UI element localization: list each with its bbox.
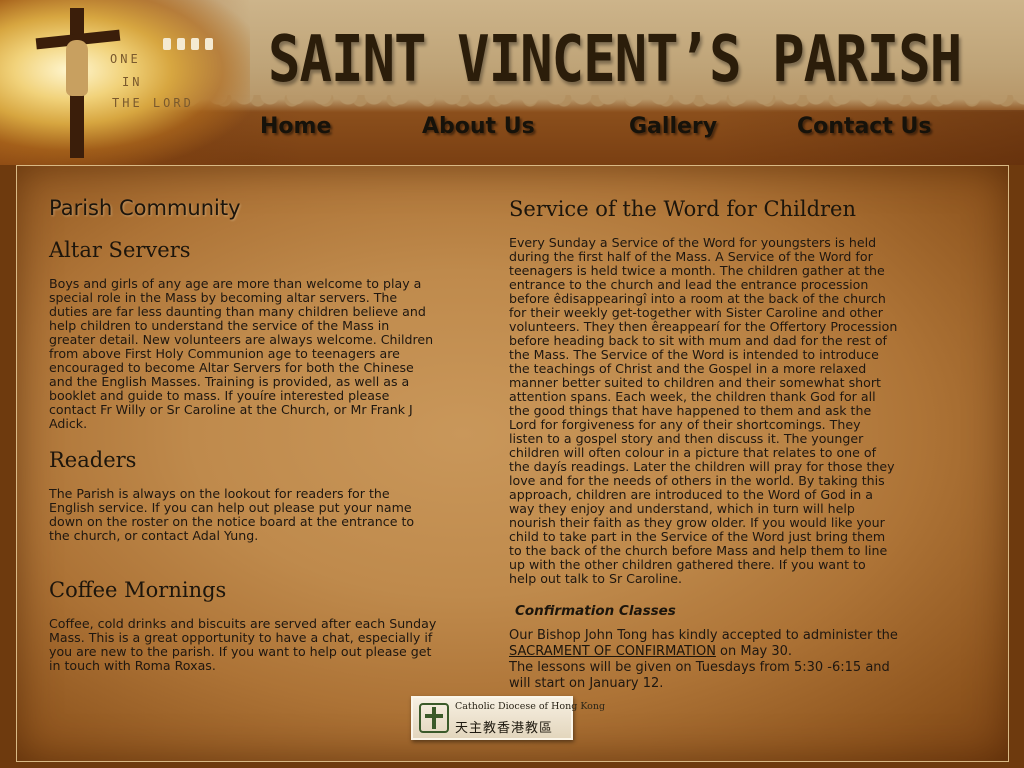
section-title: Parish Community xyxy=(49,196,241,220)
motto-line-1: ONE xyxy=(110,52,141,66)
text-line: help children to understand the service … xyxy=(49,318,390,333)
confirmation-link[interactable]: SACRAMENT OF CONFIRMATION xyxy=(509,644,716,659)
diocese-logo-link[interactable]: Catholic Diocese of Hong Kong 天主教香港教區 xyxy=(411,696,605,740)
altar-servers-heading: Altar Servers xyxy=(49,238,191,262)
content-panel: Parish Community Altar Servers Boys and … xyxy=(16,165,1009,762)
text-line: nourish their faith as they grow older. … xyxy=(509,515,885,530)
confirmation-line-4: will start on January 12. xyxy=(509,676,664,691)
text-line: manner better suited to children and the… xyxy=(509,375,881,390)
text-line: the church, or contact Adal Yung. xyxy=(49,528,259,543)
text-line: child to take part in the Service of the… xyxy=(509,529,886,544)
text-line: in touch with Roma Roxas. xyxy=(49,658,216,673)
nav-contact-us[interactable]: Contact Us xyxy=(797,114,931,139)
text-line: the good things that have happened to th… xyxy=(509,403,872,418)
text-line: entrance to the church and lead the entr… xyxy=(509,277,869,292)
nav-about-us[interactable]: About Us xyxy=(422,114,535,139)
text-line: before heading back to sit with mum and … xyxy=(509,333,887,348)
nav-home[interactable]: Home xyxy=(260,114,331,139)
text-line: Every Sunday a Service of the Word for y… xyxy=(509,235,877,250)
text-line: way they enjoy and understand, which in … xyxy=(509,501,855,516)
text-line: English service. If you can help out ple… xyxy=(49,500,412,515)
text-line: booklet and guide to mass. If youíre int… xyxy=(49,388,390,403)
text-line: attention spans. Each week, the children… xyxy=(509,389,876,404)
diocese-logo-chinese: 天主教香港教區 xyxy=(455,721,554,736)
text-line: the dayís readings. Later the children w… xyxy=(509,459,895,474)
text-line: to the back of the church before Mass an… xyxy=(509,543,888,558)
service-word-heading: Service of the Word for Children xyxy=(509,197,857,221)
text-line: the teachings of Christ and the Gospel i… xyxy=(509,361,867,376)
readers-heading: Readers xyxy=(49,448,137,472)
motto-line-2: IN xyxy=(122,75,143,89)
coffee-mornings-text: Coffee, cold drinks and biscuits are ser… xyxy=(49,617,494,673)
diocese-emblem-icon xyxy=(419,703,449,733)
text-line: Mass. This is a great opportunity to hav… xyxy=(49,630,433,645)
text-line: special role in the Mass by becoming alt… xyxy=(49,290,398,305)
text-line: duties are far less daunting than many c… xyxy=(49,304,426,319)
altar-servers-text: Boys and girls of any age are more than … xyxy=(49,277,494,431)
text-line: from above First Holy Communion age to t… xyxy=(49,346,400,361)
confirmation-text: Our Bishop John Tong has kindly accepted… xyxy=(509,628,949,692)
text-line: for their weekly get-together with Siste… xyxy=(509,305,883,320)
confirmation-date: on May 30. xyxy=(715,644,793,659)
main-nav: Home About Us Gallery Contact Us xyxy=(0,114,1024,146)
confirmation-heading: Confirmation Classes xyxy=(515,603,676,619)
text-line: Coffee, cold drinks and biscuits are ser… xyxy=(49,616,437,631)
diocese-logo-english: Catholic Diocese of Hong Kong xyxy=(455,701,606,712)
text-line: help out talk to Sr Caroline. xyxy=(509,571,682,586)
text-line: down on the roster on the notice board a… xyxy=(49,514,415,529)
banner-mark-icon xyxy=(163,38,171,50)
site-title: SAINT VINCENT’S PARISH xyxy=(268,22,962,97)
text-line: greater detail. New volunteers are alway… xyxy=(49,332,434,347)
banner-mark-icon xyxy=(191,38,199,50)
text-line: before êdisappearingî into a room at the… xyxy=(509,291,886,306)
text-line: Boys and girls of any age are more than … xyxy=(49,276,422,291)
text-line: Adick. xyxy=(49,416,88,431)
site-header: ONE IN THE LORD SAINT VINCENT’S PARISH H… xyxy=(0,0,1024,165)
confirmation-line-2: SACRAMENT OF CONFIRMATION on May 30. xyxy=(509,644,949,660)
banner-mark-icon xyxy=(205,38,213,50)
text-line: volunteers. They then êreappearí for the… xyxy=(509,319,898,334)
text-line: the Mass. The Service of the Word is int… xyxy=(509,347,879,362)
readers-text: The Parish is always on the lookout for … xyxy=(49,487,494,543)
text-line: listen to a gospel story and then discus… xyxy=(509,431,864,446)
text-line: The Parish is always on the lookout for … xyxy=(49,486,390,501)
text-line: love and for the needs of others in the … xyxy=(509,473,885,488)
text-line: during the first half of the Mass. A Ser… xyxy=(509,249,873,264)
text-line: Lord for forgiveness for any of their sh… xyxy=(509,417,861,432)
text-line: and the English Masses. Training is prov… xyxy=(49,374,410,389)
nav-gallery[interactable]: Gallery xyxy=(629,114,717,139)
text-line: children will often colour in a picture … xyxy=(509,445,877,460)
text-line: contact Fr Willy or Sr Caroline at the C… xyxy=(49,402,413,417)
text-line: teenagers is held twice a month. The chi… xyxy=(509,263,885,278)
text-line: you are new to the parish. If you want t… xyxy=(49,644,432,659)
service-word-text: Every Sunday a Service of the Word for y… xyxy=(509,236,949,586)
banner-mark-icon xyxy=(177,38,185,50)
motto-line-3: THE LORD xyxy=(112,96,194,110)
text-line: up with the other children gathered ther… xyxy=(509,557,866,572)
text-line: approach, children are introduced to the… xyxy=(509,487,874,502)
confirmation-line-3: The lessons will be given on Tuesdays fr… xyxy=(509,660,890,675)
confirmation-line-1: Our Bishop John Tong has kindly accepted… xyxy=(509,628,898,643)
text-line: encouraged to become Altar Servers for b… xyxy=(49,360,414,375)
coffee-mornings-heading: Coffee Mornings xyxy=(49,578,227,602)
